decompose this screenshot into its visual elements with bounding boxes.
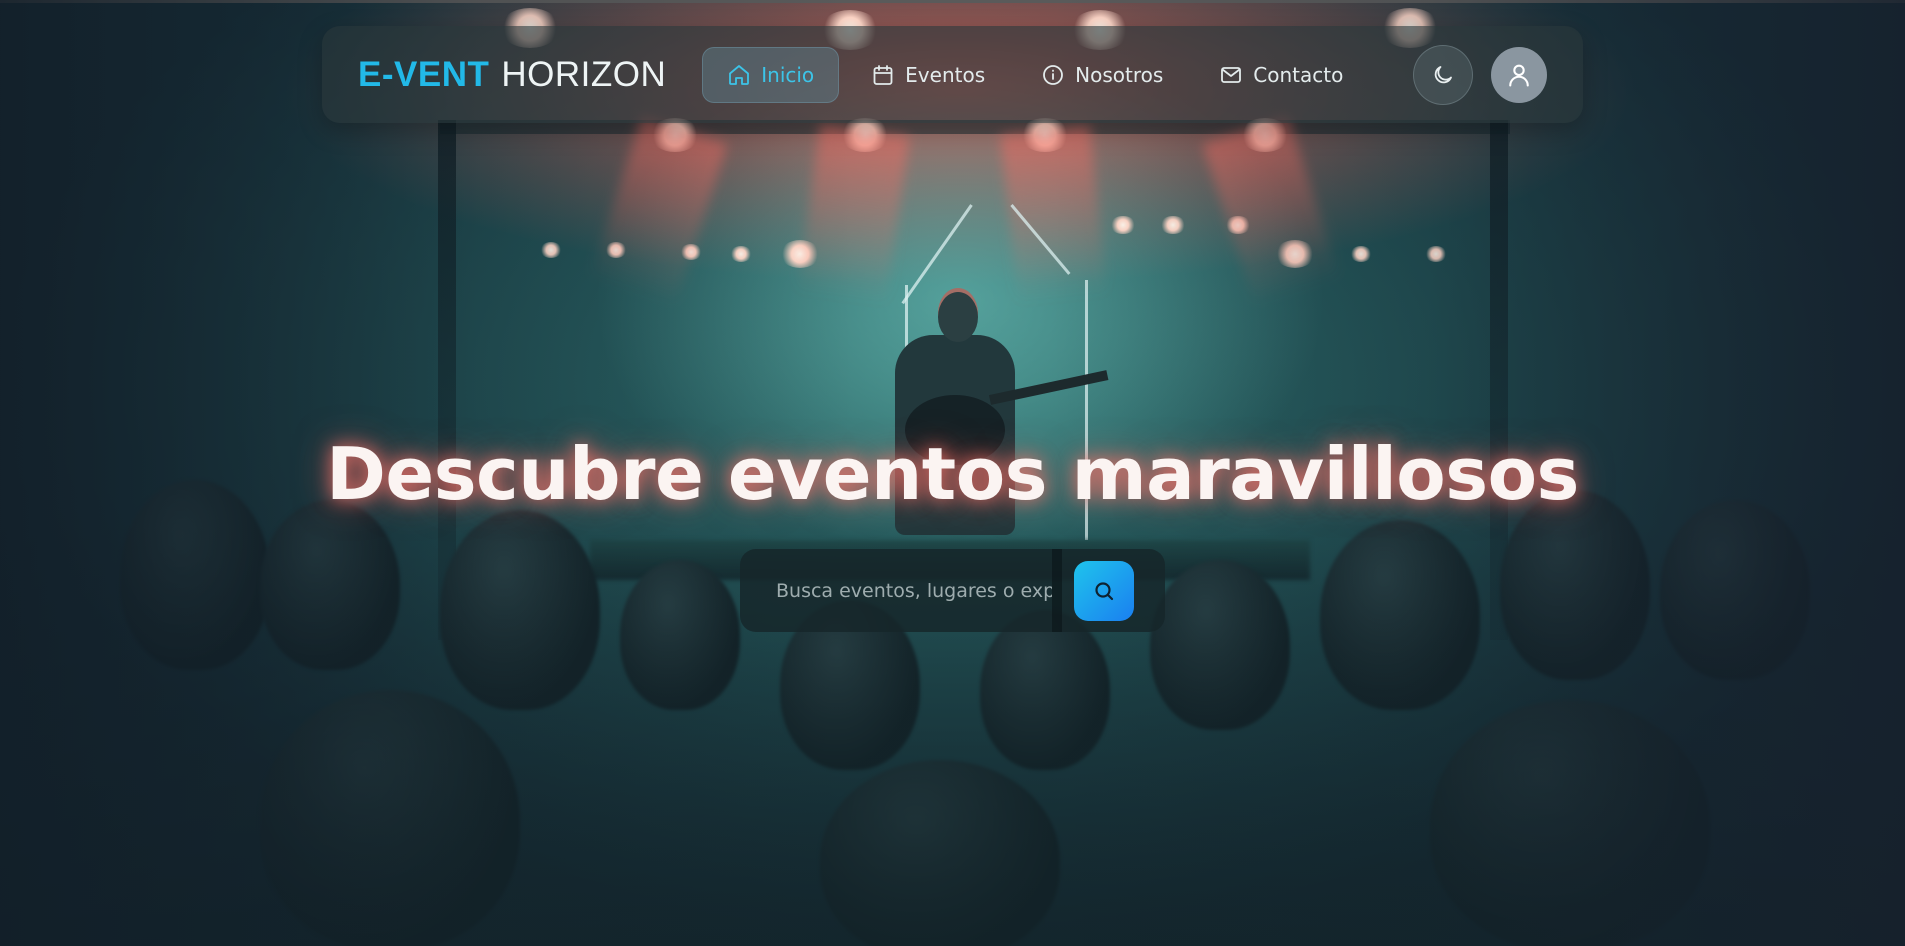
user-icon	[1509, 64, 1529, 87]
calendar-icon	[871, 63, 895, 87]
nav-item-label: Inicio	[761, 62, 815, 87]
nav-item-nosotros[interactable]: Nosotros	[1017, 47, 1187, 103]
home-icon	[727, 63, 751, 87]
nav-actions	[1413, 44, 1547, 105]
search-input[interactable]	[776, 549, 1052, 632]
brand-logo[interactable]: E-VENT HORIZON	[358, 55, 666, 95]
nav-item-label: Contacto	[1253, 62, 1344, 87]
search-divider	[1052, 549, 1062, 632]
info-icon	[1041, 63, 1065, 87]
nav-item-label: Eventos	[905, 62, 986, 87]
hero-title: Descubre eventos maravillosos	[326, 432, 1579, 516]
nav-links: Inicio Eventos Nosotros Contacto	[702, 46, 1367, 103]
moon-icon	[1434, 65, 1452, 83]
main-navbar: E-VENT HORIZON Inicio Eventos Nosotros C…	[322, 26, 1583, 123]
theme-toggle-button[interactable]	[1413, 44, 1473, 105]
search-button[interactable]	[1074, 560, 1134, 621]
mail-icon	[1219, 63, 1243, 87]
brand-logo-text: HORIZON	[501, 54, 667, 94]
search-icon	[1095, 581, 1114, 600]
nav-item-label: Nosotros	[1075, 62, 1164, 87]
nav-item-contacto[interactable]: Contacto	[1195, 47, 1367, 103]
user-avatar-button[interactable]	[1491, 46, 1547, 103]
nav-item-eventos[interactable]: Eventos	[847, 47, 1009, 103]
brand-logo-accent: E-VENT	[358, 54, 490, 94]
nav-item-inicio[interactable]: Inicio	[702, 46, 840, 103]
search-bar	[740, 549, 1165, 632]
